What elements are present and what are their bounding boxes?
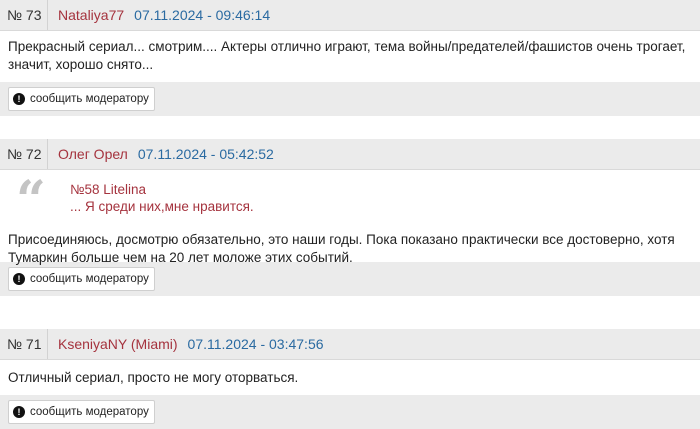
comment-date: 07.11.2024 - 05:42:52 bbox=[137, 146, 274, 162]
comment-text: Прекрасный сериал... смотрим.... Актеры … bbox=[0, 31, 700, 82]
comment-73: № 73 Nataliya77 07.11.2024 - 09:46:14 Пр… bbox=[0, 0, 700, 116]
comment-header: № 73 Nataliya77 07.11.2024 - 09:46:14 bbox=[0, 0, 700, 31]
comment-body: “ №58 Litelina ... Я среди них,мне нрави… bbox=[0, 170, 700, 265]
report-moderator-button[interactable]: ! сообщить модератору bbox=[8, 400, 155, 424]
comment-72: № 72 Олег Орел 07.11.2024 - 05:42:52 “ №… bbox=[0, 139, 700, 296]
quote-reference-link[interactable]: №58 Litelina bbox=[70, 181, 254, 198]
comment-number: № 71 bbox=[0, 329, 48, 359]
report-moderator-button[interactable]: ! сообщить модератору bbox=[8, 267, 155, 291]
quote-text: ... Я среди них,мне нравится. bbox=[70, 199, 254, 214]
comment-date: 07.11.2024 - 03:47:56 bbox=[187, 336, 324, 352]
exclamation-circle-icon: ! bbox=[13, 273, 25, 285]
quote-icon: “ bbox=[16, 170, 46, 231]
report-button-label: сообщить модератору bbox=[30, 93, 149, 105]
comment-author-link[interactable]: Nataliya77 bbox=[58, 7, 124, 23]
exclamation-circle-icon: ! bbox=[13, 93, 25, 105]
comment-text: Отличный сериал, просто не могу оторвать… bbox=[0, 360, 700, 395]
comment-footer: ! сообщить модератору bbox=[0, 82, 700, 116]
report-button-label: сообщить модератору bbox=[30, 273, 149, 285]
report-moderator-button[interactable]: ! сообщить модератору bbox=[8, 87, 155, 111]
comment-footer: ! сообщить модератору bbox=[0, 262, 700, 296]
comment-71: № 71 KseniyaNY (Miami) 07.11.2024 - 03:4… bbox=[0, 329, 700, 429]
comment-author-link[interactable]: KseniyaNY (Miami) bbox=[58, 336, 178, 352]
exclamation-circle-icon: ! bbox=[13, 406, 25, 418]
report-button-label: сообщить модератору bbox=[30, 406, 149, 418]
comment-header: № 72 Олег Орел 07.11.2024 - 05:42:52 bbox=[0, 139, 700, 170]
quote-content: №58 Litelina ... Я среди них,мне нравитс… bbox=[70, 181, 254, 215]
comment-author-link[interactable]: Олег Орел bbox=[58, 146, 128, 162]
comment-header: № 71 KseniyaNY (Miami) 07.11.2024 - 03:4… bbox=[0, 329, 700, 360]
comment-number: № 73 bbox=[0, 0, 48, 30]
comment-date: 07.11.2024 - 09:46:14 bbox=[134, 7, 271, 23]
quote-block: “ №58 Litelina ... Я среди них,мне нрави… bbox=[8, 170, 692, 231]
comment-number: № 72 bbox=[0, 139, 48, 169]
comment-footer: ! сообщить модератору bbox=[0, 395, 700, 429]
